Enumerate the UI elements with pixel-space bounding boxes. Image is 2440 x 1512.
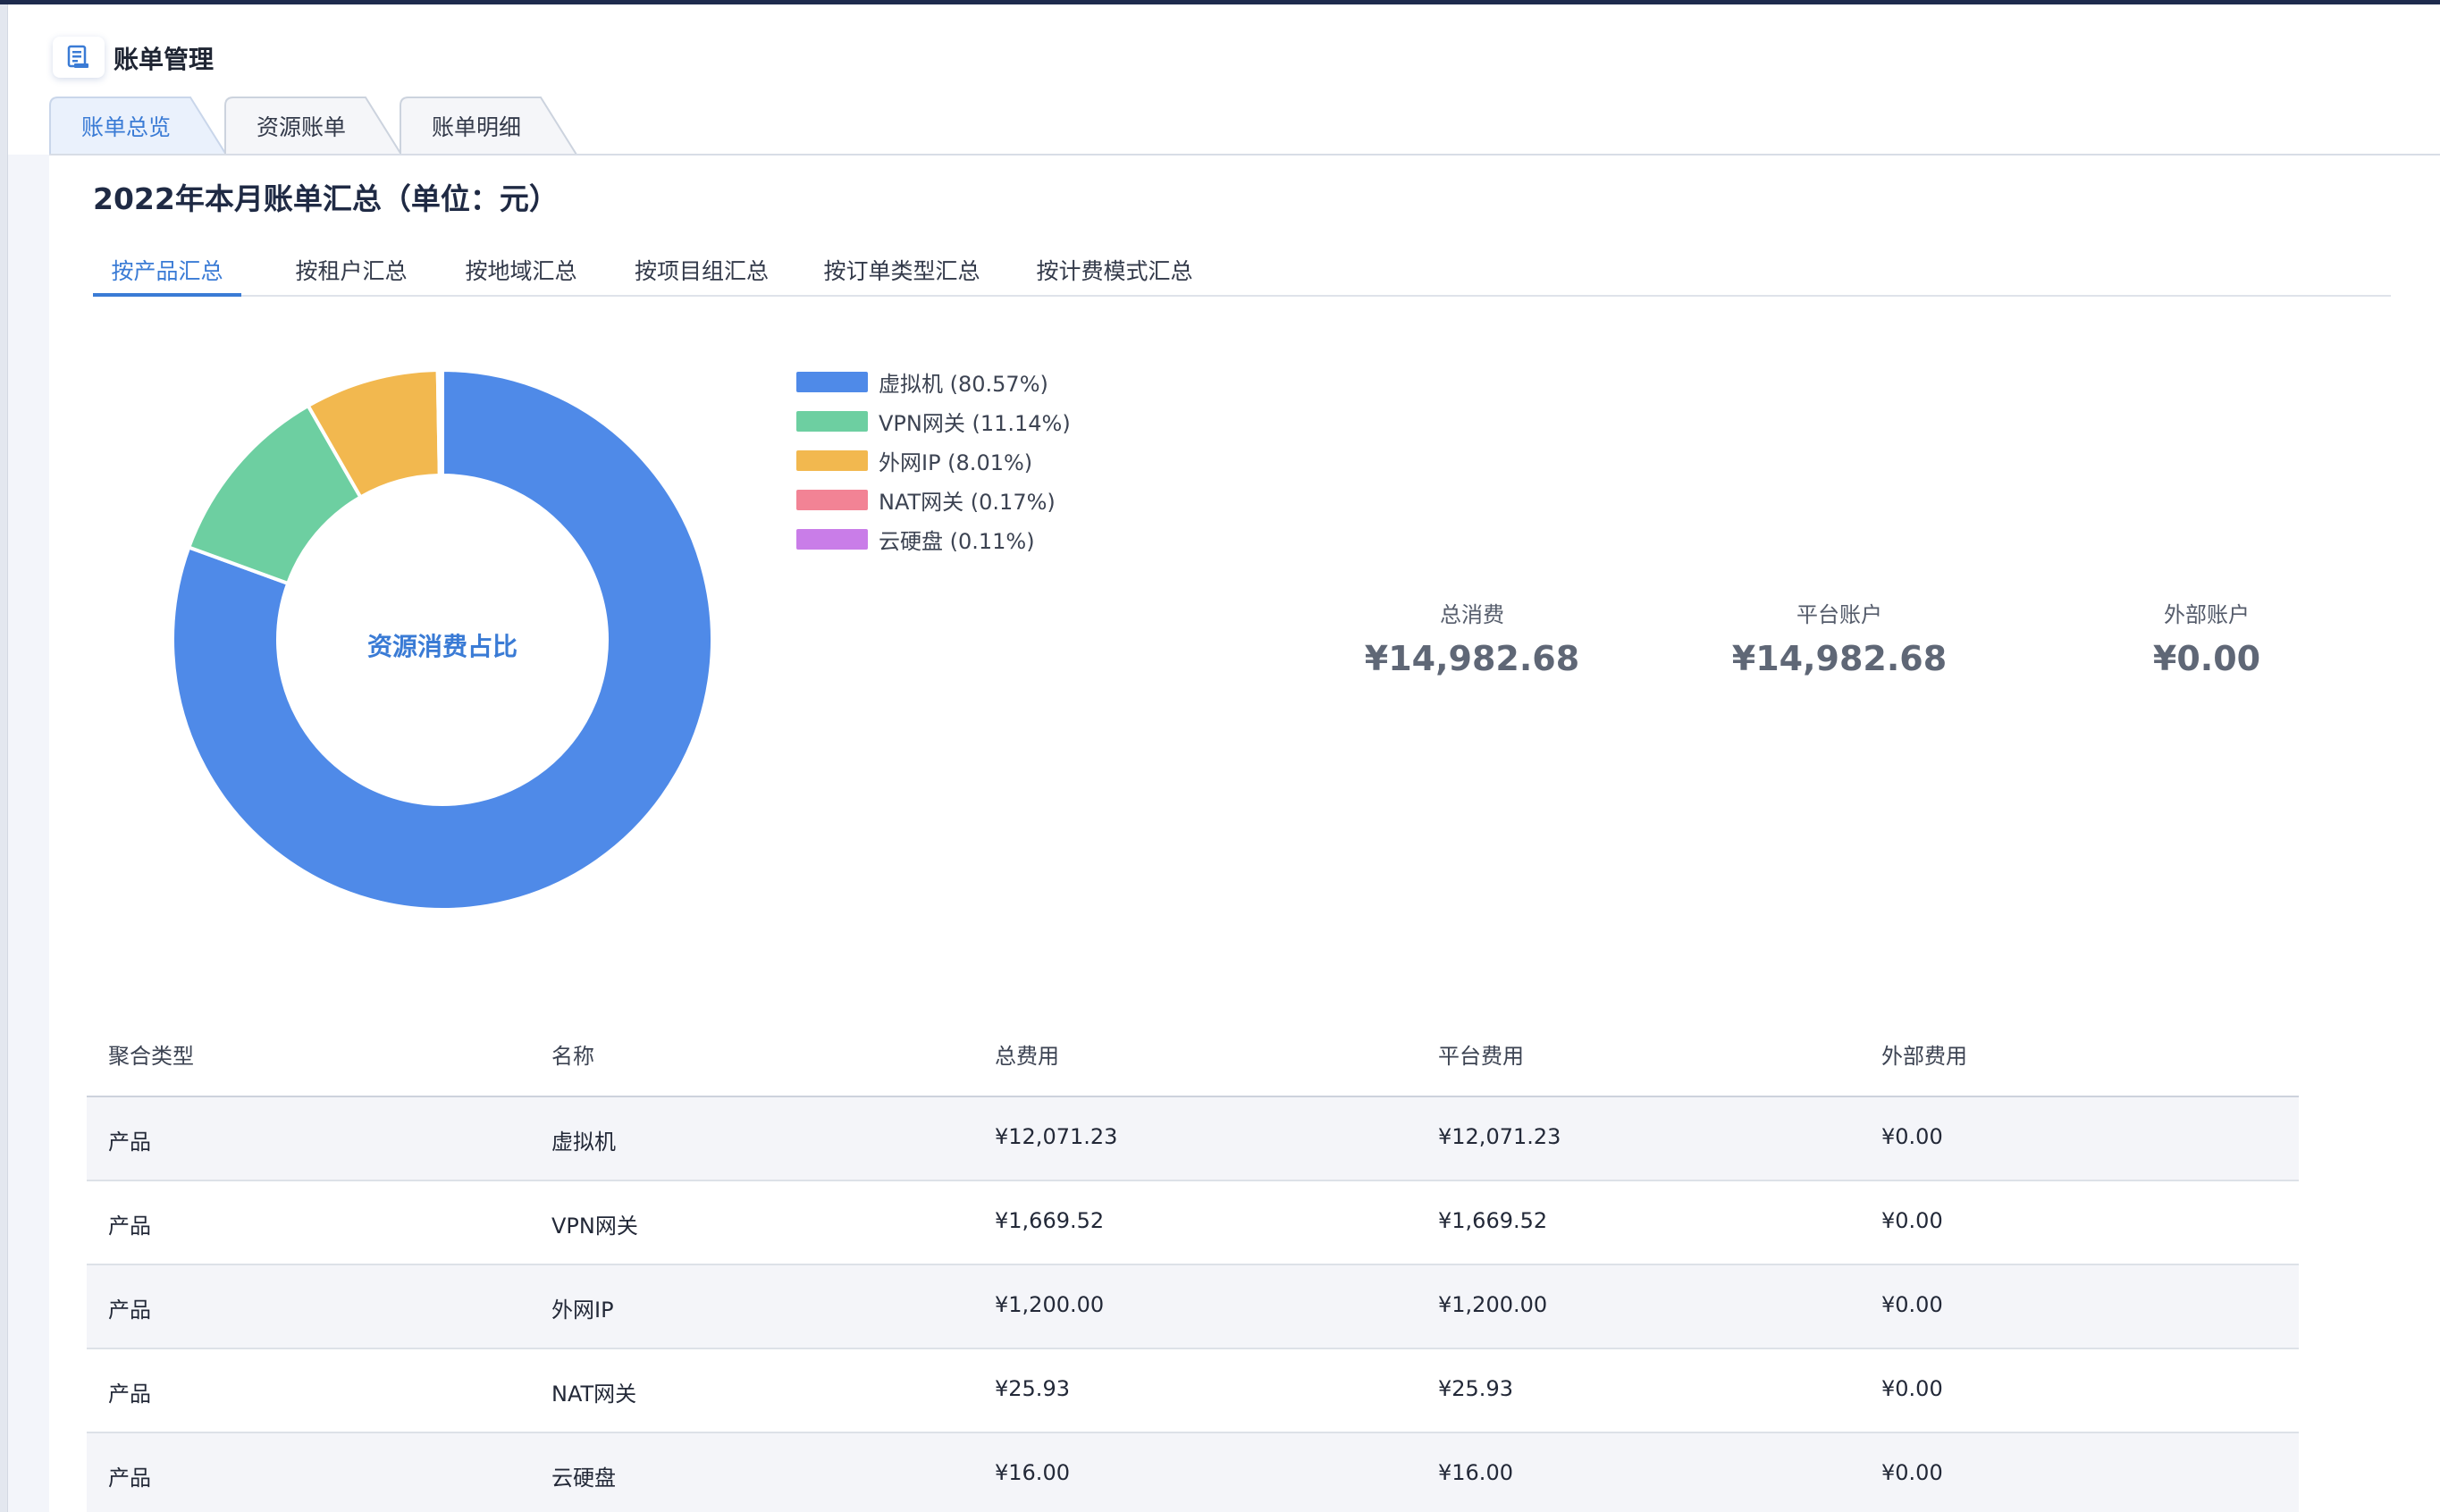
donut-slice-4[interactable] [438, 367, 444, 478]
left-edge-strip [0, 4, 8, 1512]
chart-center-title: 资源消费占比 [367, 632, 517, 661]
table-cell: 产品 [108, 1466, 151, 1491]
table-cell: ¥0.00 [1881, 1208, 1943, 1233]
page-title: 2022年本月账单汇总（单位：元） [93, 181, 559, 216]
table-cell: ¥12,071.23 [995, 1124, 1118, 1149]
subtab-by-region[interactable]: 按地域汇总 [447, 254, 595, 297]
subtab-by-product[interactable]: 按产品汇总 [93, 254, 241, 297]
legend-item-nat-gateway[interactable]: NAT网关 (0.17%) [796, 486, 1243, 515]
table-cell: 外网IP [551, 1298, 614, 1323]
column-header: 聚合类型 [108, 1044, 194, 1069]
column-header: 平台费用 [1438, 1044, 1524, 1069]
table-cell: VPN网关 [551, 1214, 638, 1239]
table-cell: 产品 [108, 1130, 151, 1155]
column-header: 总费用 [995, 1044, 1059, 1069]
table-cell: ¥1,200.00 [995, 1292, 1105, 1317]
table-row[interactable]: 产品 虚拟机 ¥12,071.23 ¥12,071.23 ¥0.00 [87, 1097, 2299, 1181]
legend-label: 外网IP (8.01%) [879, 449, 1033, 475]
legend-swatch [796, 410, 868, 432]
bill-document-icon [53, 37, 105, 78]
table-header: 聚合类型 名称 总费用 平台费用 外部费用 [87, 992, 2299, 1097]
legend-swatch [796, 528, 868, 550]
stat-value: ¥14,982.68 [1364, 639, 1580, 678]
table-cell: ¥25.93 [995, 1376, 1070, 1401]
table-cell: ¥0.00 [1881, 1292, 1943, 1317]
table-cell: ¥1,200.00 [1438, 1292, 1548, 1317]
legend-label: 云硬盘 (0.11%) [879, 528, 1035, 554]
stat-label: 总消费 [1440, 602, 1504, 627]
tab-resource-bill[interactable]: 资源账单 [224, 97, 403, 155]
table-cell: ¥12,071.23 [1438, 1124, 1561, 1149]
stat-value: ¥14,982.68 [1731, 639, 1948, 678]
subtab-by-order-type[interactable]: 按订单类型汇总 [808, 254, 996, 297]
legend-label: NAT网关 (0.17%) [879, 489, 1056, 515]
resource-consumption-donut-chart: 资源消费占比 [171, 367, 714, 911]
subtab-by-billing-mode[interactable]: 按计费模式汇总 [1021, 254, 1208, 297]
stat-external-account: 外部账户 ¥0.00 [2037, 597, 2377, 678]
table-cell: ¥1,669.52 [995, 1208, 1105, 1233]
table-cell: 产品 [108, 1298, 151, 1323]
table-cell: ¥1,669.52 [1438, 1208, 1548, 1233]
table-row[interactable]: 产品 VPN网关 ¥1,669.52 ¥1,669.52 ¥0.00 [87, 1181, 2299, 1265]
stat-label: 外部账户 [2164, 602, 2250, 627]
column-header: 名称 [551, 1044, 594, 1069]
stat-total-consumption: 总消费 ¥14,982.68 [1302, 597, 1642, 678]
table-row[interactable]: 产品 外网IP ¥1,200.00 ¥1,200.00 ¥0.00 [87, 1265, 2299, 1349]
stat-platform-account: 平台账户 ¥14,982.68 [1670, 597, 2009, 678]
table-cell: ¥16.00 [1438, 1460, 1513, 1485]
tab-bill-detail[interactable]: 账单明细 [400, 97, 578, 155]
summary-tab-bar: 按产品汇总 按租户汇总 按地域汇总 按项目组汇总 按订单类型汇总 按计费模式汇总 [93, 254, 2391, 297]
column-header: 外部费用 [1881, 1044, 1967, 1069]
legend-swatch [796, 449, 868, 471]
table-cell: ¥16.00 [995, 1460, 1070, 1485]
legend-swatch [796, 371, 868, 392]
legend-item-public-ip[interactable]: 外网IP (8.01%) [796, 447, 1243, 475]
table-cell: 产品 [108, 1382, 151, 1407]
legend-item-vpn-gateway[interactable]: VPN网关 (11.14%) [796, 407, 1243, 436]
stat-label: 平台账户 [1796, 602, 1882, 627]
legend-label: VPN网关 (11.14%) [879, 410, 1071, 436]
table-cell: 产品 [108, 1214, 151, 1239]
table-cell: NAT网关 [551, 1382, 637, 1407]
summary-table: 聚合类型 名称 总费用 平台费用 外部费用 产品 虚拟机 ¥12,071.23 … [87, 992, 2299, 1512]
table-cell: ¥0.00 [1881, 1124, 1943, 1149]
table-cell: 云硬盘 [551, 1466, 616, 1491]
legend-item-vm[interactable]: 虚拟机 (80.57%) [796, 368, 1243, 397]
legend-label: 虚拟机 (80.57%) [879, 371, 1048, 397]
subtab-by-project-group[interactable]: 按项目组汇总 [617, 254, 787, 297]
table-row[interactable]: 产品 云硬盘 ¥16.00 ¥16.00 ¥0.00 [87, 1433, 2299, 1512]
stat-value: ¥0.00 [2152, 639, 2261, 678]
table-cell: ¥0.00 [1881, 1376, 1943, 1401]
app-title: 账单管理 [114, 45, 215, 74]
tab-bill-overview[interactable]: 账单总览 [49, 97, 228, 155]
legend-swatch [796, 489, 868, 510]
subtab-by-tenant[interactable]: 按租户汇总 [277, 254, 425, 297]
table-cell: ¥25.93 [1438, 1376, 1513, 1401]
table-row[interactable]: 产品 NAT网关 ¥25.93 ¥25.93 ¥0.00 [87, 1349, 2299, 1433]
table-cell: ¥0.00 [1881, 1460, 1943, 1485]
legend-item-cloud-disk[interactable]: 云硬盘 (0.11%) [796, 525, 1243, 554]
table-cell: 虚拟机 [551, 1130, 616, 1155]
